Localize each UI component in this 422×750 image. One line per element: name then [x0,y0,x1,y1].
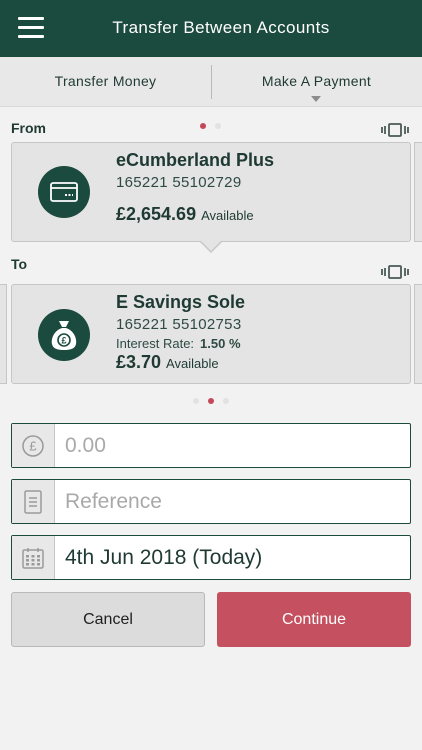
interest-rate: Interest Rate: 1.50 % [116,336,241,351]
balance-amount: £2,654.69 [116,204,197,224]
carousel-view-icon[interactable] [381,123,409,137]
page-title: Transfer Between Accounts [112,18,330,37]
date-field[interactable]: 4th Jun 2018 (Today) [11,535,411,580]
credit-card-icon [38,166,90,218]
carousel-dot[interactable] [208,398,214,404]
chevron-down-icon [311,96,321,102]
carousel-dot[interactable] [193,398,199,404]
carousel-dot[interactable] [223,398,229,404]
to-account-card[interactable]: £ E Savings Sole 165221 55102753 Interes… [11,284,411,384]
from-account-name: eCumberland Plus [116,150,275,170]
carousel-dot[interactable] [215,123,221,129]
selection-pointer-fill [200,240,222,251]
from-account-card[interactable]: eCumberland Plus 165221 55102729 £2,654.… [11,142,411,242]
calendar-icon [12,536,55,579]
continue-button[interactable]: Continue [217,592,411,647]
tab-bar: Transfer Money Make A Payment [0,57,422,107]
to-account-name: E Savings Sole [116,292,246,312]
interest-rate-label: Interest Rate: [116,336,195,351]
carousel-view-icon[interactable] [381,265,409,279]
document-icon [12,480,55,523]
app-header: Transfer Between Accounts [0,0,422,57]
reference-input[interactable] [55,480,410,523]
to-account-balance: £3.70 Available [116,352,219,373]
money-bag-icon: £ [38,309,90,361]
to-carousel-dots [193,398,229,404]
previous-account-card-edge[interactable] [0,284,7,384]
to-account-number: 165221 55102753 [116,316,242,333]
to-label: To [11,256,28,272]
pound-icon: £ [12,424,55,467]
from-label: From [11,120,46,136]
from-account-balance: £2,654.69 Available [116,204,254,225]
svg-text:£: £ [29,438,37,453]
balance-amount: £3.70 [116,352,162,372]
from-account-number: 165221 55102729 [116,174,242,191]
reference-field [11,479,411,524]
svg-text:£: £ [61,336,66,346]
carousel-dot[interactable] [200,123,206,129]
amount-field: £ [11,423,411,468]
balance-label: Available [201,208,254,223]
amount-input[interactable] [55,424,410,467]
interest-rate-value: 1.50 % [200,336,241,351]
next-account-card-edge[interactable] [414,142,422,242]
date-value: 4th Jun 2018 (Today) [65,546,263,569]
tab-transfer-money[interactable]: Transfer Money [0,57,211,107]
from-carousel-dots [200,123,221,129]
cancel-button[interactable]: Cancel [11,592,205,647]
next-account-card-edge[interactable] [414,284,422,384]
balance-label: Available [166,356,219,371]
